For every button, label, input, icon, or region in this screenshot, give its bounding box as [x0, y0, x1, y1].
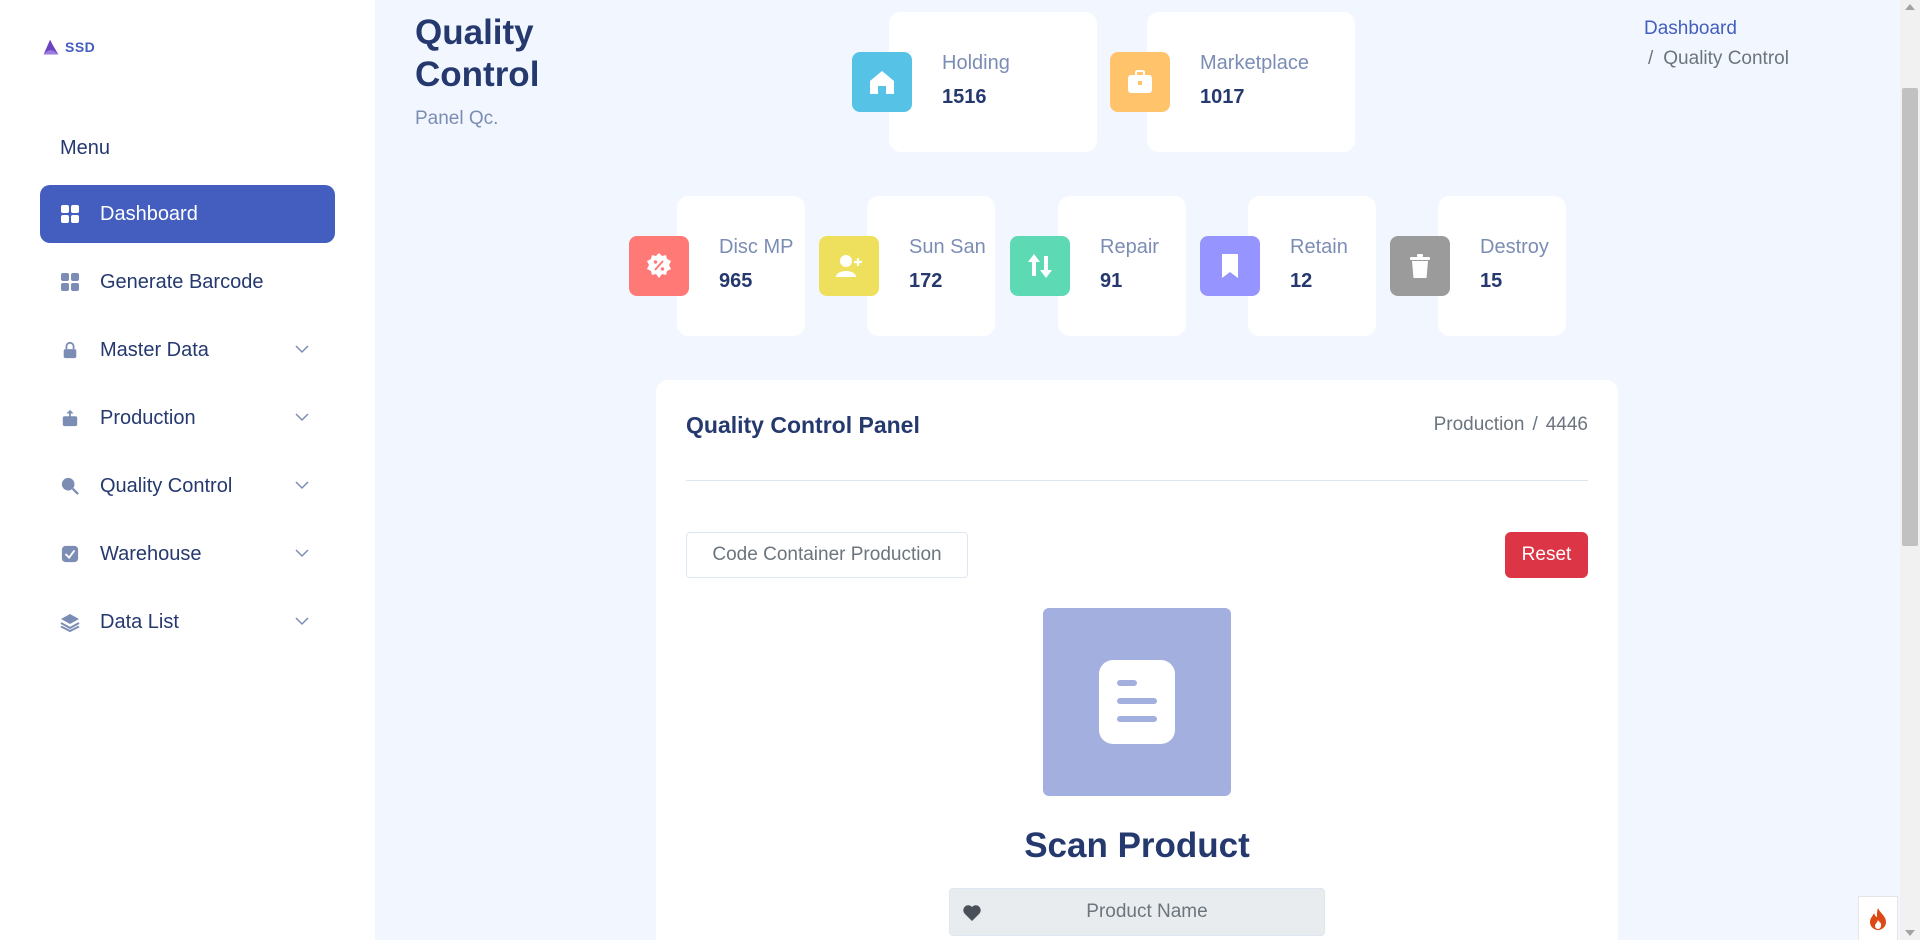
stat-label-sun-san: Sun San — [909, 236, 986, 258]
logo-icon — [43, 39, 59, 55]
arrows-updown-icon — [1010, 236, 1070, 296]
stack-icon — [60, 612, 80, 632]
scan-product-heading: Scan Product — [1024, 826, 1250, 865]
trash-icon — [1390, 236, 1450, 296]
grid-icon — [60, 204, 80, 224]
breadcrumb-dashboard-link[interactable]: Dashboard — [1644, 14, 1789, 44]
panel-crumb-code: 4446 — [1545, 414, 1588, 435]
search-icon — [60, 476, 80, 496]
panel-breadcrumb: Production / 4446 — [1434, 414, 1588, 436]
chevron-down-icon — [295, 617, 309, 626]
stat-card-marketplace — [1147, 12, 1355, 152]
scrollbar-thumb[interactable] — [1902, 88, 1918, 546]
page-title: Quality Control — [415, 13, 540, 94]
stat-value-disc-mp: 965 — [719, 270, 753, 292]
page-scrollbar[interactable] — [1900, 0, 1920, 940]
product-name-field — [949, 888, 1325, 936]
logo[interactable]: SSD — [40, 36, 95, 58]
code-container-production-button[interactable]: Code Container Production — [686, 532, 968, 578]
sidebar-item-data-list[interactable]: Data List — [40, 593, 335, 651]
chevron-down-icon — [295, 481, 309, 490]
sidebar-item-quality-control[interactable]: Quality Control — [40, 457, 335, 515]
chevron-down-icon — [295, 549, 309, 558]
stat-card-retain — [1248, 196, 1376, 336]
stat-value-retain: 12 — [1290, 270, 1313, 292]
stat-label-disc-mp: Disc MP — [719, 236, 794, 258]
stat-card-repair — [1058, 196, 1186, 336]
panel-crumb-production: Production — [1433, 414, 1525, 435]
scroll-up-arrow-icon[interactable] — [1905, 4, 1915, 10]
scan-product-illustration — [1043, 608, 1231, 796]
sidebar-item-label: Dashboard — [100, 202, 198, 225]
quality-control-panel: Quality Control Panel Production / 4446 Co… — [656, 380, 1618, 940]
breadcrumb-separator: / — [1648, 48, 1654, 69]
panel-divider — [686, 480, 1588, 481]
breadcrumb-current-label: Quality Control — [1663, 48, 1789, 69]
document-icon — [1099, 660, 1175, 744]
sidebar-item-master-data[interactable]: Master Data — [40, 321, 335, 379]
flame-icon — [1870, 907, 1886, 930]
logo-text: SSD — [65, 39, 96, 55]
sidebar-item-dashboard[interactable]: Dashboard — [40, 185, 335, 243]
stat-label-holding: Holding — [942, 52, 1010, 74]
sidebar-item-warehouse[interactable]: Warehouse — [40, 525, 335, 583]
stat-value-sun-san: 172 — [909, 270, 943, 292]
reset-button[interactable]: Reset — [1505, 532, 1588, 578]
heart-icon — [963, 905, 981, 921]
person-add-icon — [819, 236, 879, 296]
lock-icon — [60, 340, 80, 360]
briefcase-icon — [1110, 52, 1170, 112]
sidebar-item-label: Warehouse — [100, 542, 202, 565]
stat-label-destroy: Destroy — [1480, 236, 1549, 258]
panel-title: Quality Control Panel — [686, 412, 920, 438]
sidebar-item-generate-barcode[interactable]: Generate Barcode — [40, 253, 335, 311]
check-square-icon — [60, 544, 80, 564]
stat-value-repair: 91 — [1100, 270, 1123, 292]
product-name-input[interactable] — [950, 889, 1324, 935]
page-subtitle: Panel Qc. — [415, 108, 499, 129]
sidebar-item-label: Data List — [100, 610, 179, 633]
panel-crumb-separator: / — [1532, 414, 1538, 435]
stat-label-repair: Repair — [1100, 236, 1159, 258]
chevron-down-icon — [295, 413, 309, 422]
sidebar-item-production[interactable]: Production — [40, 389, 335, 447]
stat-card-sun-san — [867, 196, 995, 336]
box-upload-icon — [60, 408, 80, 428]
sidebar-item-label: Production — [100, 406, 196, 429]
stat-card-disc-mp — [677, 196, 805, 336]
discount-badge-icon — [629, 236, 689, 296]
stat-card-holding — [889, 12, 1097, 152]
stat-label-retain: Retain — [1290, 236, 1348, 258]
breadcrumb: Dashboard / Quality Control — [1644, 14, 1789, 74]
stat-card-destroy — [1438, 196, 1566, 336]
menu-title: Menu — [60, 137, 111, 159]
sidebar-item-label: Generate Barcode — [100, 270, 264, 293]
debug-toolbar-toggle[interactable] — [1858, 896, 1898, 940]
stat-value-marketplace: 1017 — [1200, 86, 1245, 108]
stat-value-destroy: 15 — [1480, 270, 1503, 292]
stat-value-holding: 1516 — [942, 86, 987, 108]
house-icon — [852, 52, 912, 112]
sidebar-item-label: Quality Control — [100, 474, 233, 497]
scroll-down-arrow-icon[interactable] — [1905, 930, 1915, 936]
sidebar-item-label: Master Data — [100, 338, 209, 361]
bookmark-icon — [1200, 236, 1260, 296]
sidebar: SSD Menu Dashboard Generate Barcode Mast… — [0, 0, 375, 940]
grid-icon — [60, 272, 80, 292]
stat-label-marketplace: Marketplace — [1200, 52, 1309, 74]
sidebar-menu: Dashboard Generate Barcode Master Data P… — [40, 185, 335, 661]
breadcrumb-current: / Quality Control — [1644, 44, 1789, 74]
chevron-down-icon — [295, 345, 309, 354]
